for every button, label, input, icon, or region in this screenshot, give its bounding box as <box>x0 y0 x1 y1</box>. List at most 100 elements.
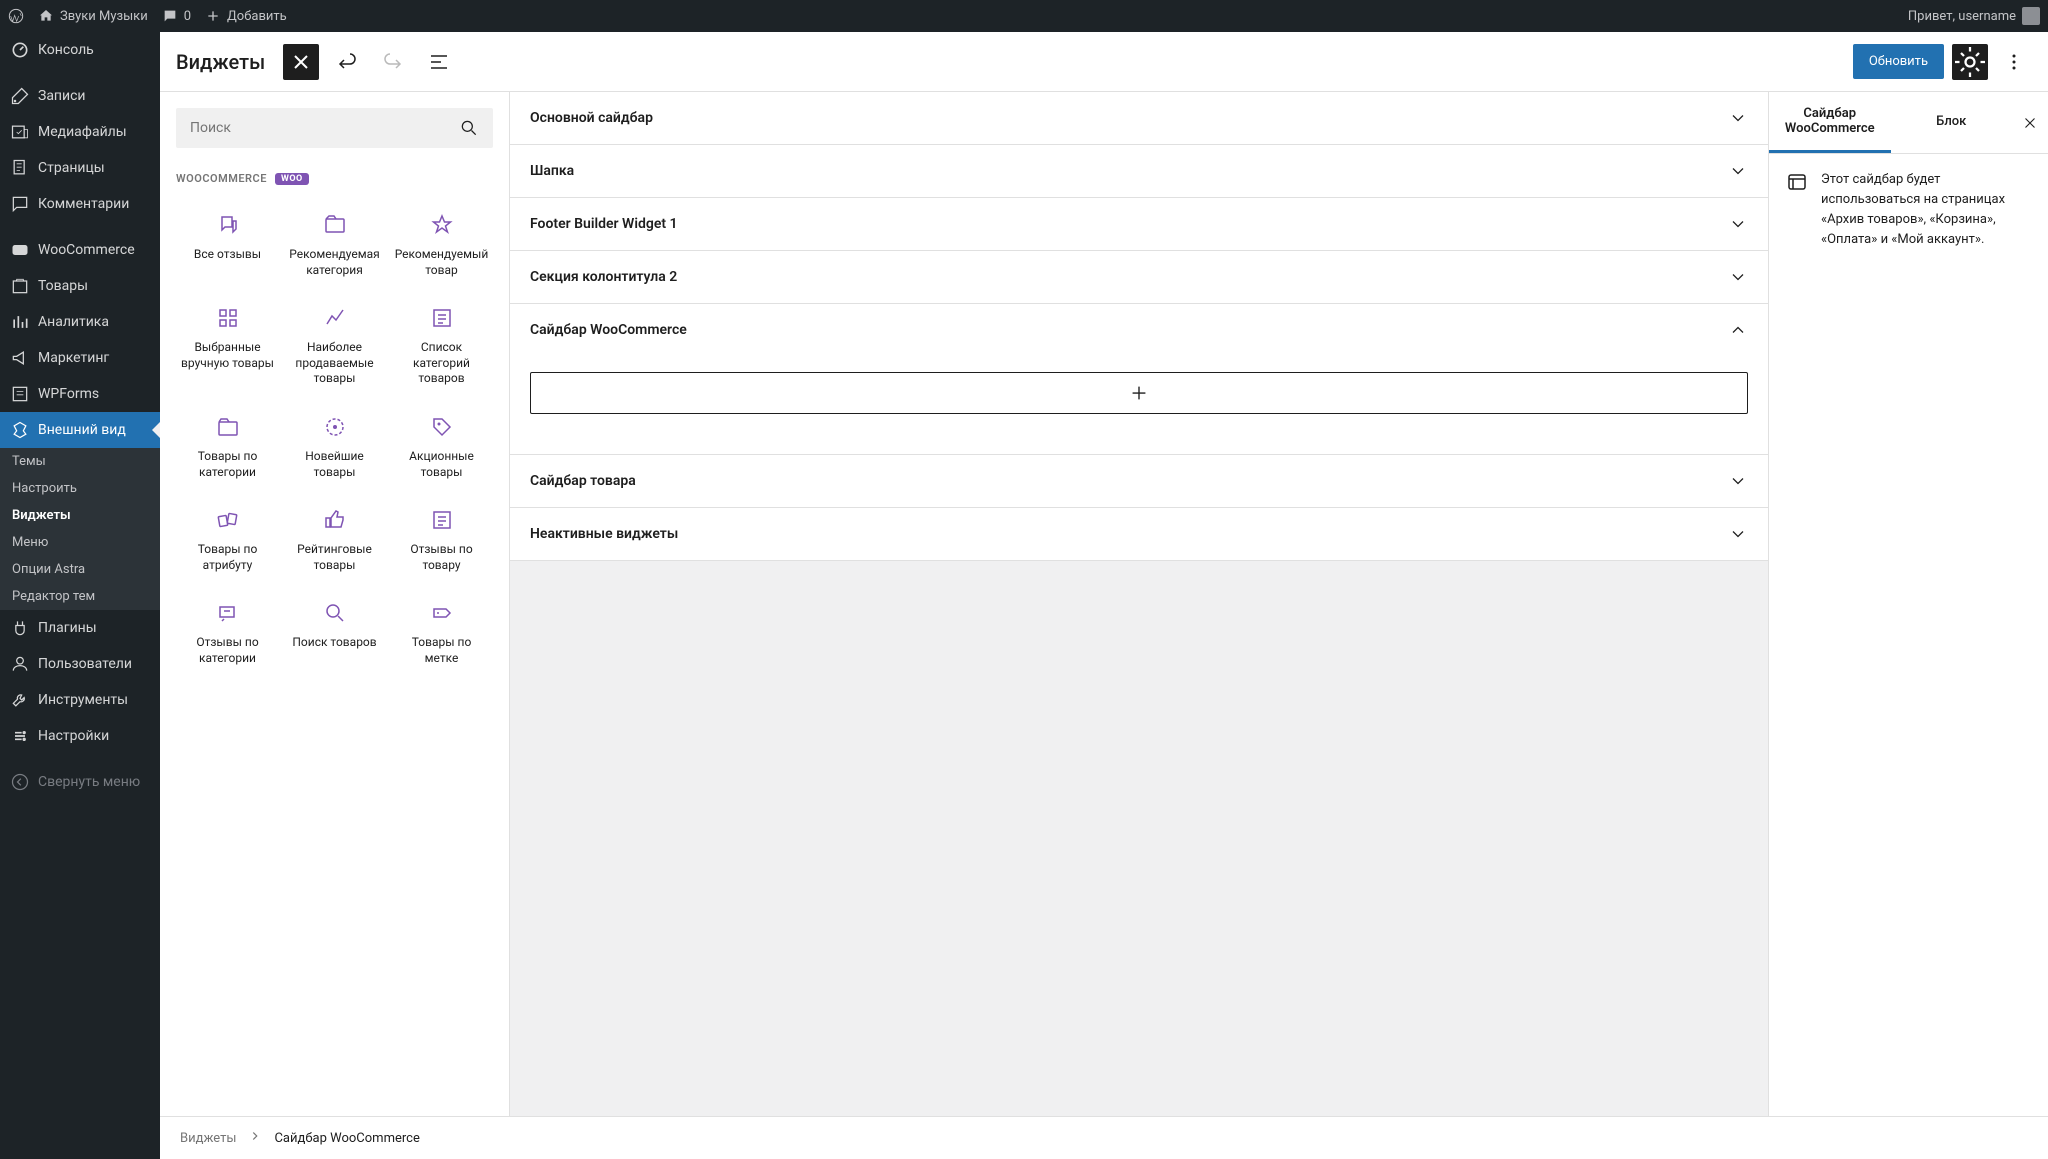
sub-astra[interactable]: Опции Astra <box>0 556 160 583</box>
block-item[interactable]: Товары по категории <box>176 403 279 492</box>
undo-button[interactable] <box>329 44 365 80</box>
widget-area-title: Footer Builder Widget 1 <box>530 216 678 232</box>
label-icon <box>430 601 454 625</box>
widget-area-header[interactable]: Сайдбар WooCommerce <box>510 304 1768 356</box>
block-label: Товары по атрибуту <box>180 542 275 573</box>
block-item[interactable]: Рейтинговые товары <box>283 496 386 585</box>
block-item[interactable]: Товары по метке <box>390 589 493 678</box>
chevron-right-icon <box>248 1129 262 1147</box>
star-icon <box>430 213 454 237</box>
sidebar-collapse[interactable]: Свернуть меню <box>0 764 160 800</box>
settings-button[interactable] <box>1952 44 1988 80</box>
sidebar-label: Медиафайлы <box>38 124 127 140</box>
block-item[interactable]: Отзывы по категории <box>176 589 279 678</box>
sidebar-item-settings[interactable]: Настройки <box>0 718 160 754</box>
breadcrumb-current: Сайдбар WooCommerce <box>274 1131 419 1146</box>
search-input[interactable] <box>190 120 459 136</box>
page-title: Виджеты <box>176 50 265 74</box>
widget-area-panel: Неактивные виджеты <box>510 508 1768 561</box>
greeting[interactable]: Привет, username <box>1908 7 2040 25</box>
sidebar-item-tools[interactable]: Инструменты <box>0 682 160 718</box>
tab-block[interactable]: Блок <box>1891 100 2013 146</box>
sidebar-label: Аналитика <box>38 314 109 330</box>
comments-count[interactable]: 0 <box>162 8 191 24</box>
block-label: Поиск товаров <box>292 635 376 651</box>
sub-menus[interactable]: Меню <box>0 529 160 556</box>
block-label: Выбранные вручную товары <box>180 340 275 371</box>
sidebar-item-woocommerce[interactable]: WooCommerce <box>0 232 160 268</box>
tab-widget-area[interactable]: Сайдбар WooCommerce <box>1769 92 1891 153</box>
block-label: Наиболее продаваемые товары <box>287 340 382 387</box>
block-item[interactable]: Все отзывы <box>176 201 279 290</box>
widget-area-panel: Шапка <box>510 145 1768 198</box>
wp-logo[interactable] <box>8 8 24 24</box>
block-item[interactable]: Рекомендуемый товар <box>390 201 493 290</box>
block-item[interactable]: Поиск товаров <box>283 589 386 678</box>
block-item[interactable]: Акционные товары <box>390 403 493 492</box>
block-item[interactable]: Список категорий товаров <box>390 294 493 399</box>
sidebar-item-pages[interactable]: Страницы <box>0 150 160 186</box>
add-block-button[interactable] <box>530 372 1748 414</box>
widget-area-header[interactable]: Основной сайдбар <box>510 92 1768 144</box>
sidebar-item-dashboard[interactable]: Консоль <box>0 32 160 68</box>
add-new[interactable]: Добавить <box>205 8 287 24</box>
collapse-label: Свернуть меню <box>38 774 140 790</box>
sidebar-item-comments[interactable]: Комментарии <box>0 186 160 222</box>
block-inserter-panel: WOOCOMMERCE WOO Все отзывы Рекомендуемая … <box>160 92 510 1116</box>
sidebar-item-marketing[interactable]: Маркетинг <box>0 340 160 376</box>
breadcrumb-root[interactable]: Виджеты <box>180 1131 236 1146</box>
sidebar-item-appearance[interactable]: Внешний вид <box>0 412 160 448</box>
sub-theme-editor[interactable]: Редактор тем <box>0 583 160 610</box>
close-inserter-button[interactable] <box>283 44 319 80</box>
widget-area-header[interactable]: Секция колонтитула 2 <box>510 251 1768 303</box>
thumbs-icon <box>323 508 347 532</box>
sidebar-label: Консоль <box>38 42 94 58</box>
block-item[interactable]: Рекомендуемая категория <box>283 201 386 290</box>
more-options-button[interactable] <box>1996 44 2032 80</box>
sidebar-label: Внешний вид <box>38 422 126 438</box>
block-item[interactable]: Товары по атрибуту <box>176 496 279 585</box>
sidebar-item-posts[interactable]: Записи <box>0 78 160 114</box>
widget-area-header[interactable]: Неактивные виджеты <box>510 508 1768 560</box>
sidebar-item-plugins[interactable]: Плагины <box>0 610 160 646</box>
trend-icon <box>323 306 347 330</box>
breadcrumb: Виджеты Сайдбар WooCommerce <box>160 1116 2048 1159</box>
sub-customize[interactable]: Настроить <box>0 475 160 502</box>
block-label: Товары по категории <box>180 449 275 480</box>
sub-themes[interactable]: Темы <box>0 448 160 475</box>
block-item[interactable]: Наиболее продаваемые товары <box>283 294 386 399</box>
chevron-icon <box>1728 161 1748 181</box>
block-item[interactable]: Выбранные вручную товары <box>176 294 279 399</box>
widget-area-header[interactable]: Сайдбар товара <box>510 455 1768 507</box>
sidebar-item-products[interactable]: Товары <box>0 268 160 304</box>
search-box[interactable] <box>176 108 493 148</box>
close-settings-button[interactable] <box>2012 114 2048 132</box>
sidebar-item-wpforms[interactable]: WPForms <box>0 376 160 412</box>
block-label: Отзывы по товару <box>394 542 489 573</box>
site-name[interactable]: Звуки Музыки <box>38 8 148 24</box>
sidebar-item-users[interactable]: Пользователи <box>0 646 160 682</box>
block-label: Рекомендуемая категория <box>287 247 382 278</box>
block-label: Товары по метке <box>394 635 489 666</box>
widget-area-panel: Секция колонтитула 2 <box>510 251 1768 304</box>
widget-area-title: Сайдбар WooCommerce <box>530 322 687 338</box>
update-button[interactable]: Обновить <box>1853 44 1944 79</box>
woo-badge: WOO <box>275 173 309 185</box>
sidebar-label: Записи <box>38 88 86 104</box>
block-item[interactable]: Новейшие товары <box>283 403 386 492</box>
sidebar-item-media[interactable]: Медиафайлы <box>0 114 160 150</box>
list-view-button[interactable] <box>421 44 457 80</box>
redo-button[interactable] <box>375 44 411 80</box>
block-label: Рекомендуемый товар <box>394 247 489 278</box>
avatar <box>2022 7 2040 25</box>
block-item[interactable]: Отзывы по товару <box>390 496 493 585</box>
sidebar-label: Настройки <box>38 728 109 744</box>
widget-area-header[interactable]: Шапка <box>510 145 1768 197</box>
widget-area-header[interactable]: Footer Builder Widget 1 <box>510 198 1768 250</box>
inserter-section-title: WOOCOMMERCE WOO <box>176 172 493 185</box>
search-icon <box>459 118 479 138</box>
sidebar-item-analytics[interactable]: Аналитика <box>0 304 160 340</box>
sidebar-label: Инструменты <box>38 692 128 708</box>
widget-area-panel: Footer Builder Widget 1 <box>510 198 1768 251</box>
sub-widgets[interactable]: Виджеты <box>0 502 160 529</box>
